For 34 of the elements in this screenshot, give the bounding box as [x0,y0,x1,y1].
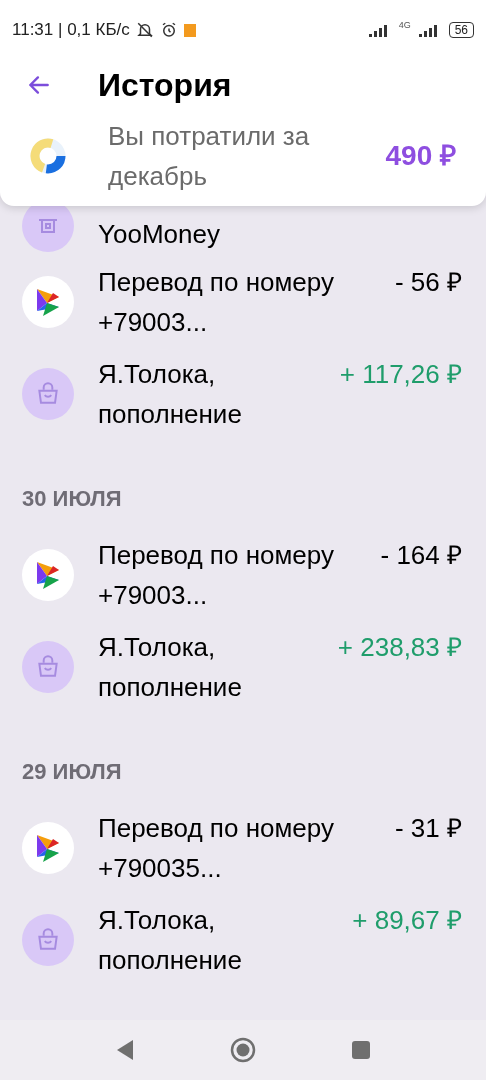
transaction-amount: + 238,83 ₽ [337,631,462,664]
date-header: 30 ИЮЛЯ [21,485,123,513]
transaction-amount: - 164 ₽ [379,539,462,572]
shopping-bag-icon [22,641,74,693]
transaction-title[interactable]: Перевод по номеру +79003... [98,262,338,342]
muted-bell-icon [135,21,154,39]
home-nav-button[interactable] [230,1037,256,1063]
shopping-bag-icon [22,368,74,420]
recents-nav-button[interactable] [351,1040,371,1060]
transaction-amount: + 117,26 ₽ [339,358,462,391]
transaction-title[interactable]: Я.Толока, пополнение [98,900,329,980]
transaction-amount: - 56 ₽ [393,266,462,299]
date-header: 29 ИЮЛЯ [21,758,123,786]
app-notification-icon [183,23,196,37]
atm-icon [22,206,74,252]
page-title: История [98,66,232,105]
transaction-amount: - 31 ₽ [393,812,462,845]
network-type: 4G [398,19,411,33]
payment-logo-icon [22,549,74,601]
transaction-title[interactable]: Я.Толока, пополнение [98,627,314,707]
spending-summary: Вы потратили за декабрь [108,120,311,193]
transaction-title[interactable]: Перевод по номеру +790035... [98,808,338,888]
transaction-amount: + 89,67 ₽ [352,904,462,937]
status-time: 11:31 | 0,1 КБ/с [12,19,130,42]
donut-chart-icon [30,138,66,174]
back-nav-button[interactable] [115,1039,135,1061]
shopping-bag-icon [22,914,74,966]
transaction-title[interactable]: Перевод по номеру +79003... [98,535,338,615]
transaction-title[interactable]: YooMoney [98,214,220,254]
battery-indicator: 56 [448,22,474,38]
transaction-title[interactable]: Я.Толока, пополнение [98,354,316,434]
spending-amount: 490 ₽ [385,139,456,173]
payment-logo-icon [22,822,74,874]
payment-logo-icon [22,276,74,328]
